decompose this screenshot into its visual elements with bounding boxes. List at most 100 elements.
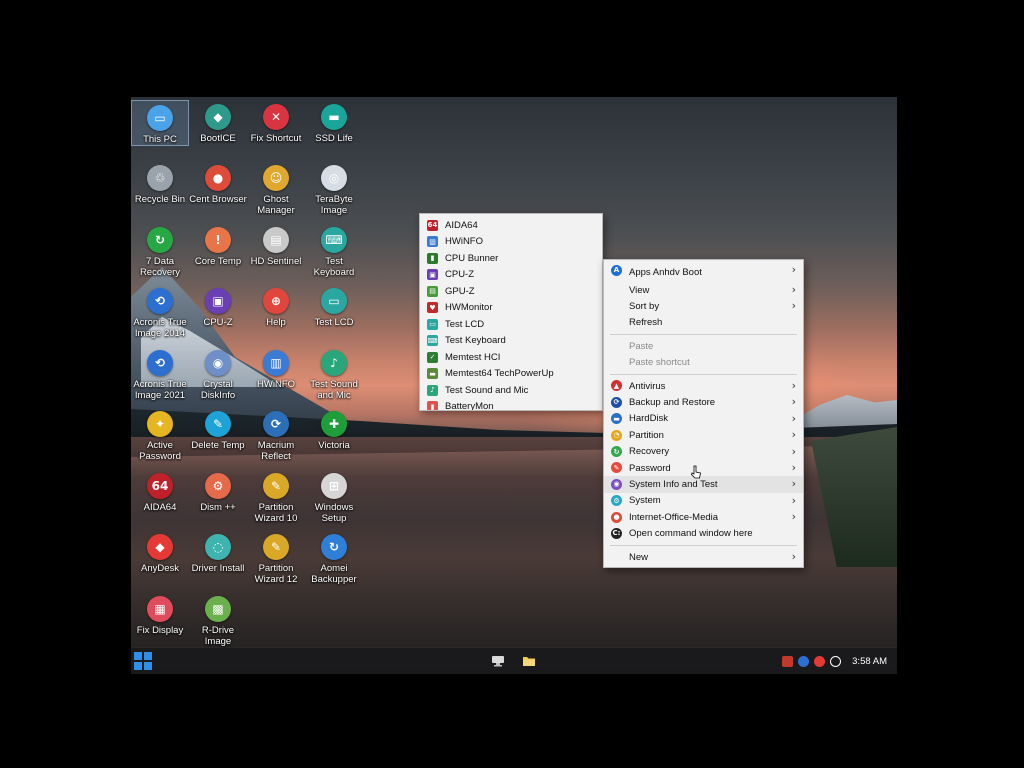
submenu-item[interactable]: ✓ Memtest HCI bbox=[420, 349, 602, 366]
desktop-icon[interactable]: ◉ Crystal DiskInfo bbox=[189, 346, 247, 401]
submenu-item[interactable]: ▤ GPU-Z bbox=[420, 283, 602, 300]
anhdv-icon[interactable] bbox=[798, 655, 810, 667]
submenu-item[interactable]: ▥ HWiNFO bbox=[420, 234, 602, 251]
clock[interactable]: 3:58 AM bbox=[852, 656, 887, 667]
recovery-icon: ↻ bbox=[611, 446, 622, 458]
context-menu-item[interactable]: A Apps Anhdv Boot › bbox=[604, 262, 803, 282]
submenu-item-label: AIDA64 bbox=[445, 219, 478, 231]
desktop-icon[interactable]: ▤ HD Sentinel bbox=[247, 223, 305, 267]
context-menu-item-label: System bbox=[629, 495, 661, 507]
desktop-icon[interactable]: ▬ SSD Life bbox=[305, 100, 363, 144]
context-menu-item[interactable]: New › bbox=[604, 549, 803, 565]
desktop-icon[interactable]: ▣ CPU-Z bbox=[189, 284, 247, 328]
submenu-item[interactable]: ▮ BatteryMon bbox=[420, 399, 602, 410]
help-icon: ⊕ bbox=[263, 288, 289, 314]
desktop-icon[interactable]: ▥ HWiNFO bbox=[247, 346, 305, 390]
network-status-icon[interactable] bbox=[782, 655, 794, 667]
mouse-pointer-icon bbox=[691, 465, 701, 479]
desktop-icon[interactable]: ◆ AnyDesk bbox=[131, 530, 189, 574]
sound-icon: ♪ bbox=[321, 350, 347, 376]
desktop-icon[interactable]: ✕ Fix Shortcut bbox=[247, 100, 305, 144]
folder-icon[interactable] bbox=[522, 654, 536, 668]
desktop-icon-label: HWiNFO bbox=[257, 379, 295, 390]
aida64-icon: 64 bbox=[427, 219, 438, 231]
desktop-icon[interactable]: ◆ BootICE bbox=[189, 100, 247, 144]
chevron-right-icon: › bbox=[791, 510, 796, 524]
system-icon: ⚙ bbox=[611, 495, 622, 507]
submenu-item[interactable]: ▮ CPU Bunner bbox=[420, 250, 602, 267]
start-button[interactable] bbox=[134, 652, 152, 670]
desktop-icon[interactable]: ♪ Test Sound and Mic bbox=[305, 346, 363, 401]
chevron-right-icon: › bbox=[791, 263, 796, 276]
chevron-right-icon: › bbox=[791, 411, 796, 425]
desktop-icon-label: CPU-Z bbox=[203, 317, 233, 328]
desktop-icon-label: Cent Browser bbox=[189, 194, 247, 205]
desktop-icon[interactable]: ↻ 7 Data Recovery bbox=[131, 223, 189, 278]
desktop-icon[interactable]: ✎ Delete Temp bbox=[189, 407, 247, 451]
context-menu-item[interactable]: ● Internet-Office-Media › bbox=[604, 509, 803, 525]
fix-shortcut-icon: ✕ bbox=[263, 104, 289, 130]
menu-separator bbox=[610, 334, 797, 336]
context-menu-item[interactable]: ◔ Partition › bbox=[604, 427, 803, 443]
volume-icon[interactable] bbox=[830, 655, 842, 667]
desktop-icon[interactable]: ◌ Driver Install bbox=[189, 530, 247, 574]
desktop-icon[interactable]: ☺ Ghost Manager bbox=[247, 161, 305, 216]
desktop-icon[interactable]: ◎ TeraByte Image bbox=[305, 161, 363, 216]
desktop-icon[interactable]: ⊞ Windows Setup bbox=[305, 469, 363, 524]
desktop-icon[interactable]: ▦ Fix Display bbox=[131, 592, 189, 636]
context-menu-item-label: Password bbox=[629, 462, 671, 474]
desktop-icon-label: R-Drive Image bbox=[201, 625, 235, 647]
desktop-icon-label: Driver Install bbox=[191, 563, 245, 574]
aida64-icon: 64 bbox=[147, 473, 173, 499]
partition-wizard-icon: ✎ bbox=[263, 534, 289, 560]
context-menu-item[interactable]: ⟳ Backup and Restore › bbox=[604, 394, 803, 410]
context-menu-item-label: Paste shortcut bbox=[629, 357, 690, 369]
context-menu-item[interactable]: Sort by › bbox=[604, 298, 803, 314]
context-menu-item[interactable]: ▲ Antivirus › bbox=[604, 378, 803, 394]
submenu-item[interactable]: ▭ Test LCD bbox=[420, 316, 602, 333]
context-menu-item[interactable]: ⚙ System › bbox=[604, 493, 803, 509]
desktop-icon[interactable]: ✎ Partition Wizard 10 bbox=[247, 469, 305, 524]
context-menu-item[interactable]: ✎ Password › bbox=[604, 460, 803, 476]
desktop-icon-label: BootICE bbox=[200, 133, 236, 144]
chevron-right-icon: › bbox=[791, 493, 796, 507]
desktop-icon[interactable]: ⟲ Acronis True Image 2021 bbox=[131, 346, 189, 401]
desktop-icon[interactable]: ▭ Test LCD bbox=[305, 284, 363, 328]
submenu-item[interactable]: 64 AIDA64 bbox=[420, 217, 602, 234]
desktop-icon[interactable]: ! Core Temp bbox=[189, 223, 247, 267]
desktop-icon[interactable]: ▭ This PC bbox=[131, 100, 189, 146]
submenu-item[interactable]: ▬ Memtest64 TechPowerUp bbox=[420, 366, 602, 383]
desktop-icon[interactable]: ✦ Active Password bbox=[131, 407, 189, 462]
desktop-icon[interactable]: ⊕ Help bbox=[247, 284, 305, 328]
submenu-item-label: GPU-Z bbox=[445, 285, 475, 297]
media-icon[interactable] bbox=[814, 655, 826, 667]
submenu-item[interactable]: ♪ Test Sound and Mic bbox=[420, 382, 602, 399]
desktop-icon[interactable]: ✎ Partition Wizard 12 bbox=[247, 530, 305, 585]
desktop-icon[interactable]: ⚙ Dism ++ bbox=[189, 469, 247, 513]
desktop-icon[interactable]: ● Cent Browser bbox=[189, 161, 247, 205]
submenu-item[interactable]: ♥ HWMonitor bbox=[420, 300, 602, 317]
desktop-icon-label: Fix Display bbox=[136, 625, 184, 636]
context-menu-item[interactable]: ↻ Recovery › bbox=[604, 444, 803, 460]
context-menu-item[interactable]: ▬ HardDisk › bbox=[604, 411, 803, 427]
desktop-icon[interactable]: ↻ Aomei Backupper bbox=[305, 530, 363, 585]
submenu-item[interactable]: ⌨ Test Keyboard bbox=[420, 333, 602, 350]
desktop-icon[interactable]: ✚ Victoria bbox=[305, 407, 363, 451]
keyboard-icon: ⌨ bbox=[427, 335, 438, 346]
context-menu-item-label: HardDisk bbox=[629, 413, 669, 425]
desktop-icon[interactable]: ⌨ Test Keyboard bbox=[305, 223, 363, 278]
keyboard-icon: ⌨ bbox=[321, 227, 347, 253]
desktop-icon[interactable]: ▩ R-Drive Image bbox=[189, 592, 247, 647]
context-menu-item[interactable]: C: Open command window here bbox=[604, 525, 803, 541]
desktop-icon[interactable]: 64 AIDA64 bbox=[131, 469, 189, 513]
desktop-icon[interactable]: ⟲ Acronis True Image 2014 bbox=[131, 284, 189, 339]
submenu-item[interactable]: ▣ CPU-Z bbox=[420, 267, 602, 284]
context-menu-item[interactable]: ◉ System Info and Test › bbox=[604, 476, 803, 493]
context-menu-item-label: Open command window here bbox=[629, 528, 753, 540]
partition-icon: ◔ bbox=[611, 429, 622, 441]
desktop-icon[interactable]: ♲ Recycle Bin bbox=[131, 161, 189, 205]
context-menu-item[interactable]: Refresh bbox=[604, 315, 803, 331]
desktop-icon[interactable]: ⟳ Macrium Reflect bbox=[247, 407, 305, 462]
context-menu-item[interactable]: View › bbox=[604, 282, 803, 298]
network-icon[interactable] bbox=[491, 654, 505, 668]
